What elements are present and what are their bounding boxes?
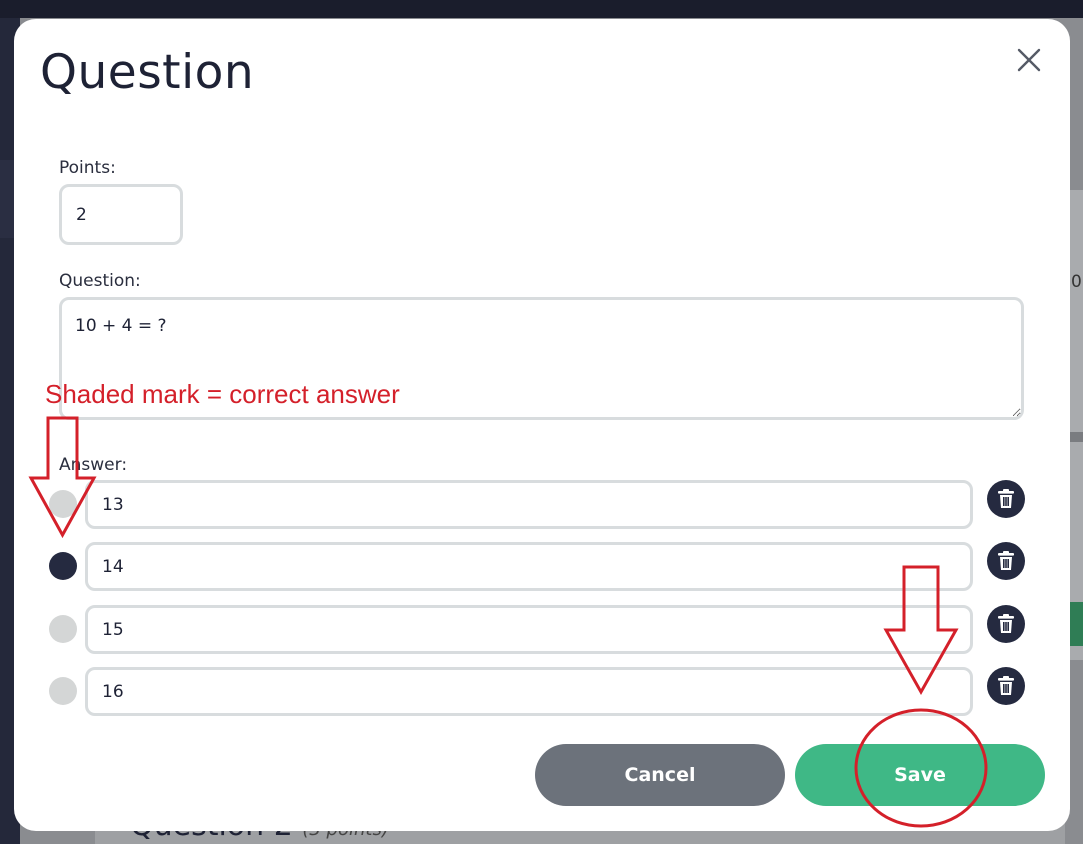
correct-answer-radio[interactable] [49,677,77,705]
close-icon [1017,48,1041,72]
annotation-note: Shaded mark = correct answer [45,379,400,409]
correct-answer-radio[interactable] [49,552,77,580]
answer-row [49,480,1029,530]
trash-icon [998,614,1014,633]
question-label: Question: [59,271,141,291]
delete-answer-button[interactable] [987,605,1025,643]
trash-icon [998,489,1014,508]
answer-row [49,605,1029,655]
trash-icon [998,676,1014,695]
answer-label: Answer: [59,455,128,475]
delete-answer-button[interactable] [987,667,1025,705]
answer-row [49,667,1029,717]
points-input[interactable] [59,184,183,245]
answer-input[interactable] [85,542,973,591]
question-modal: Question Points: Question: 10 + 4 = ? An… [14,19,1070,831]
answer-input[interactable] [85,605,973,654]
close-button[interactable] [1014,45,1044,75]
answer-input[interactable] [85,667,973,716]
delete-answer-button[interactable] [987,480,1025,518]
trash-icon [998,551,1014,570]
background-right-text: 0 [1071,272,1082,292]
background-top-bar [0,0,1083,18]
answer-row [49,542,1029,592]
cancel-button[interactable]: Cancel [535,744,785,806]
answer-input[interactable] [85,480,973,529]
delete-answer-button[interactable] [987,542,1025,580]
correct-answer-radio[interactable] [49,615,77,643]
points-label: Points: [59,158,116,178]
correct-answer-radio[interactable] [49,490,77,518]
modal-title: Question [40,45,255,100]
save-button[interactable]: Save [795,744,1045,806]
